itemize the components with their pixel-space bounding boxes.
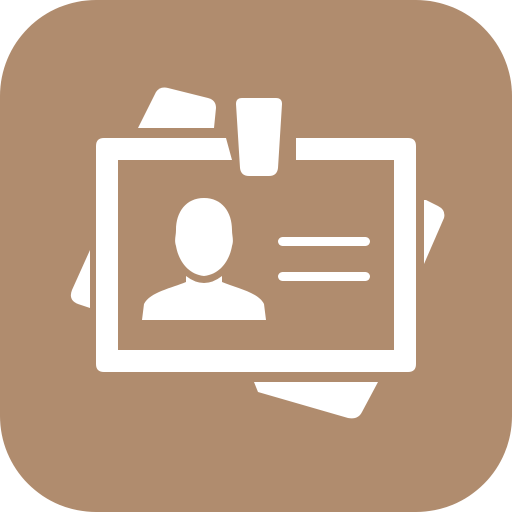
badge-clip <box>236 98 282 176</box>
id-badge-icon <box>0 0 512 512</box>
icon-background <box>0 0 512 512</box>
app-icon[interactable] <box>0 0 512 512</box>
info-line-1 <box>278 237 370 246</box>
info-line-2 <box>278 272 370 281</box>
person-head-icon <box>175 198 233 276</box>
